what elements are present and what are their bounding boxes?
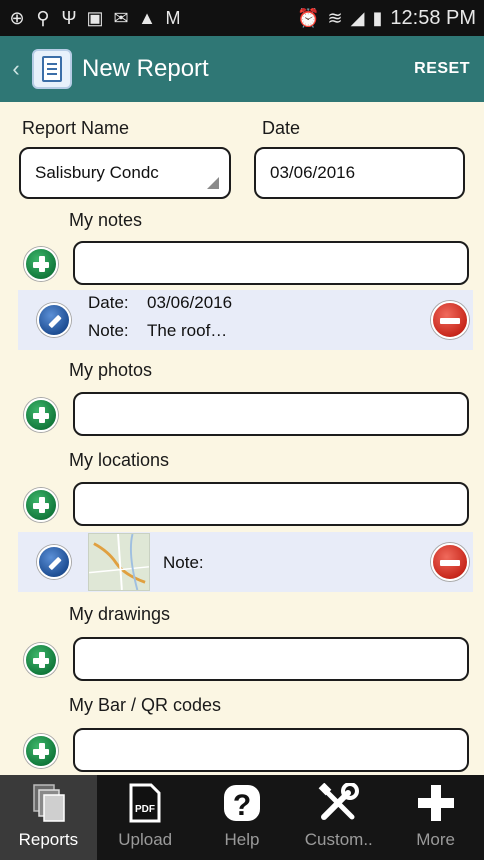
svg-text:PDF: PDF bbox=[135, 804, 155, 815]
map-thumbnail[interactable] bbox=[88, 533, 150, 591]
report-name-label: Report Name bbox=[22, 118, 130, 138]
pdf-icon: PDF bbox=[127, 783, 163, 828]
add-code-button[interactable] bbox=[24, 734, 58, 768]
battery-icon: ▮ bbox=[372, 7, 383, 28]
date-field[interactable] bbox=[254, 147, 465, 199]
bottom-tab-bar: Reports PDF Upload ? Help Custom.. More bbox=[0, 775, 484, 860]
locations-input-field[interactable] bbox=[73, 482, 469, 526]
tools-icon bbox=[318, 782, 360, 828]
note-date-label: Date: bbox=[88, 293, 129, 312]
app-header: ‹ New Report RESET bbox=[0, 36, 484, 102]
add-location-button[interactable] bbox=[24, 488, 58, 522]
report-app-icon[interactable] bbox=[32, 49, 72, 89]
add-note-button[interactable] bbox=[24, 247, 58, 281]
photos-input[interactable] bbox=[75, 394, 467, 434]
tab-reports-label: Reports bbox=[18, 830, 79, 849]
edit-location-button[interactable] bbox=[37, 545, 71, 579]
note-date-value: 03/06/2016 bbox=[147, 293, 233, 312]
codes-section-label: My Bar / QR codes bbox=[69, 695, 222, 715]
notes-section-label: My notes bbox=[69, 210, 143, 230]
date-input[interactable] bbox=[256, 149, 463, 197]
photos-input-field[interactable] bbox=[73, 392, 469, 436]
tab-more-label: More bbox=[416, 830, 455, 849]
note-text-value: The roof… bbox=[147, 321, 228, 340]
map-thumbnail-graphic bbox=[89, 534, 149, 590]
add-icon: ⊕ bbox=[9, 8, 25, 28]
notes-input-field[interactable] bbox=[73, 241, 469, 285]
tab-custom-label: Custom.. bbox=[304, 830, 373, 849]
locations-input[interactable] bbox=[75, 484, 467, 524]
page-title: New Report bbox=[82, 55, 209, 82]
plus-icon bbox=[416, 783, 456, 828]
report-name-dropdown[interactable] bbox=[19, 147, 231, 199]
system-icons: ⏰ ≋ ◢ ▮ 12:58 PM bbox=[297, 7, 476, 30]
location-entry-row[interactable]: Note: bbox=[18, 532, 473, 592]
notes-input[interactable] bbox=[75, 243, 467, 283]
tab-more[interactable]: More bbox=[387, 775, 484, 860]
reports-icon bbox=[30, 783, 66, 828]
note-entry-row[interactable]: Date: 03/06/2016 Note: The roof… bbox=[18, 290, 473, 350]
photos-section-label: My photos bbox=[69, 360, 153, 380]
codes-input[interactable] bbox=[75, 730, 467, 770]
status-bar: ⊕ ⚲ Ψ ▣ ✉ ▲ M ⏰ ≋ ◢ ▮ 12:58 PM bbox=[0, 0, 484, 36]
tab-upload[interactable]: PDF Upload bbox=[97, 775, 194, 860]
help-icon: ? bbox=[222, 783, 262, 828]
notification-icons: ⊕ ⚲ Ψ ▣ ✉ ▲ M bbox=[8, 9, 182, 27]
codes-input-field[interactable] bbox=[73, 728, 469, 772]
message-icon: ✉ bbox=[113, 8, 129, 28]
report-name-input[interactable] bbox=[21, 149, 229, 197]
status-time: 12:58 PM bbox=[390, 6, 476, 29]
wifi-icon: ≋ bbox=[327, 7, 343, 28]
tab-help-label: Help bbox=[224, 830, 260, 849]
drawings-section-label: My drawings bbox=[69, 604, 171, 624]
warning-icon: ▲ bbox=[138, 8, 156, 28]
dropdown-arrow-icon bbox=[207, 177, 219, 189]
drawings-input[interactable] bbox=[75, 639, 467, 679]
date-label: Date bbox=[262, 118, 301, 138]
location-note-label: Note: bbox=[163, 553, 204, 572]
back-chevron-icon[interactable]: ‹ bbox=[4, 56, 28, 82]
image-icon: ▣ bbox=[86, 8, 104, 28]
svg-text:?: ? bbox=[233, 789, 251, 822]
usb-icon: Ψ bbox=[61, 8, 77, 28]
tab-custom[interactable]: Custom.. bbox=[290, 775, 387, 860]
gmail-icon: M bbox=[165, 8, 181, 28]
locations-section-label: My locations bbox=[69, 450, 170, 470]
note-text-label: Note: bbox=[88, 321, 129, 340]
add-photo-button[interactable] bbox=[24, 398, 58, 432]
tab-help[interactable]: ? Help bbox=[194, 775, 291, 860]
signal-icon: ◢ bbox=[350, 7, 365, 28]
remove-note-button[interactable] bbox=[431, 301, 469, 339]
tab-reports[interactable]: Reports bbox=[0, 775, 97, 860]
remove-location-button[interactable] bbox=[431, 543, 469, 581]
drawings-input-field[interactable] bbox=[73, 637, 469, 681]
tab-upload-label: Upload bbox=[118, 830, 173, 849]
reset-button[interactable]: RESET bbox=[414, 60, 470, 78]
edit-note-button[interactable] bbox=[37, 303, 71, 337]
location-pin-icon: ⚲ bbox=[36, 8, 50, 28]
add-drawing-button[interactable] bbox=[24, 643, 58, 677]
alarm-icon: ⏰ bbox=[297, 7, 320, 28]
